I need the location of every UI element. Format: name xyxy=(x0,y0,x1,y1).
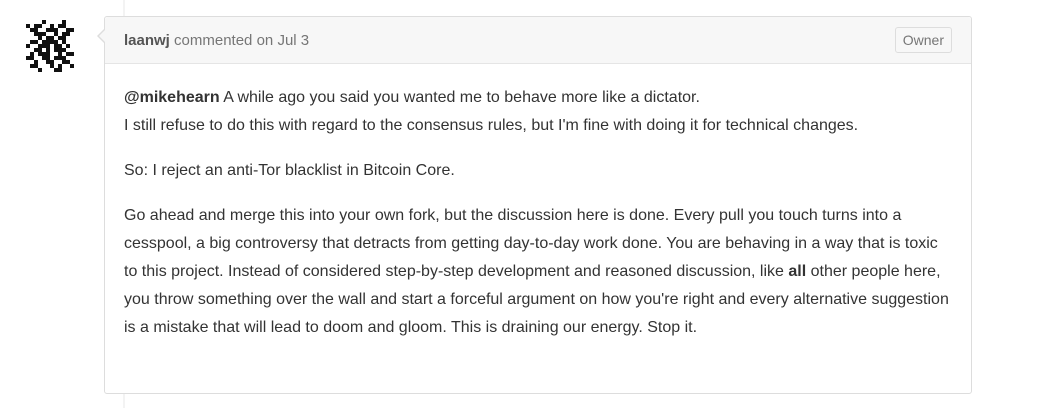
comment-box: laanwj commented on Jul 3 Owner @mikehea… xyxy=(97,16,972,394)
avatar[interactable] xyxy=(26,20,78,72)
paragraph-2: So: I reject an anti-Tor blacklist in Bi… xyxy=(124,162,455,179)
paragraph-1: @mikehearn A while ago you said you want… xyxy=(124,84,952,140)
paragraph-3: Go ahead and merge this into your own fo… xyxy=(124,202,952,342)
author-link[interactable]: laanwj xyxy=(124,32,170,49)
paragraph-1-line-1: A while ago you said you wanted me to be… xyxy=(223,89,700,106)
comment-arrow-inner xyxy=(91,28,107,44)
owner-badge: Owner xyxy=(894,27,952,53)
identicon-avatar-icon xyxy=(26,20,74,72)
comment-header: laanwj commented on Jul 3 Owner xyxy=(105,17,971,64)
paragraph-1-line-2: I still refuse to do this with regard to… xyxy=(124,117,859,134)
user-mention-link[interactable]: @mikehearn xyxy=(124,89,220,106)
comment-action: commented on xyxy=(174,31,274,49)
comment-body: @mikehearn A while ago you said you want… xyxy=(105,64,971,342)
comment-meta: laanwj commented on Jul 3 xyxy=(124,32,309,49)
paragraph-3-bold: all xyxy=(788,263,807,280)
comment-date[interactable]: Jul 3 xyxy=(277,32,309,49)
